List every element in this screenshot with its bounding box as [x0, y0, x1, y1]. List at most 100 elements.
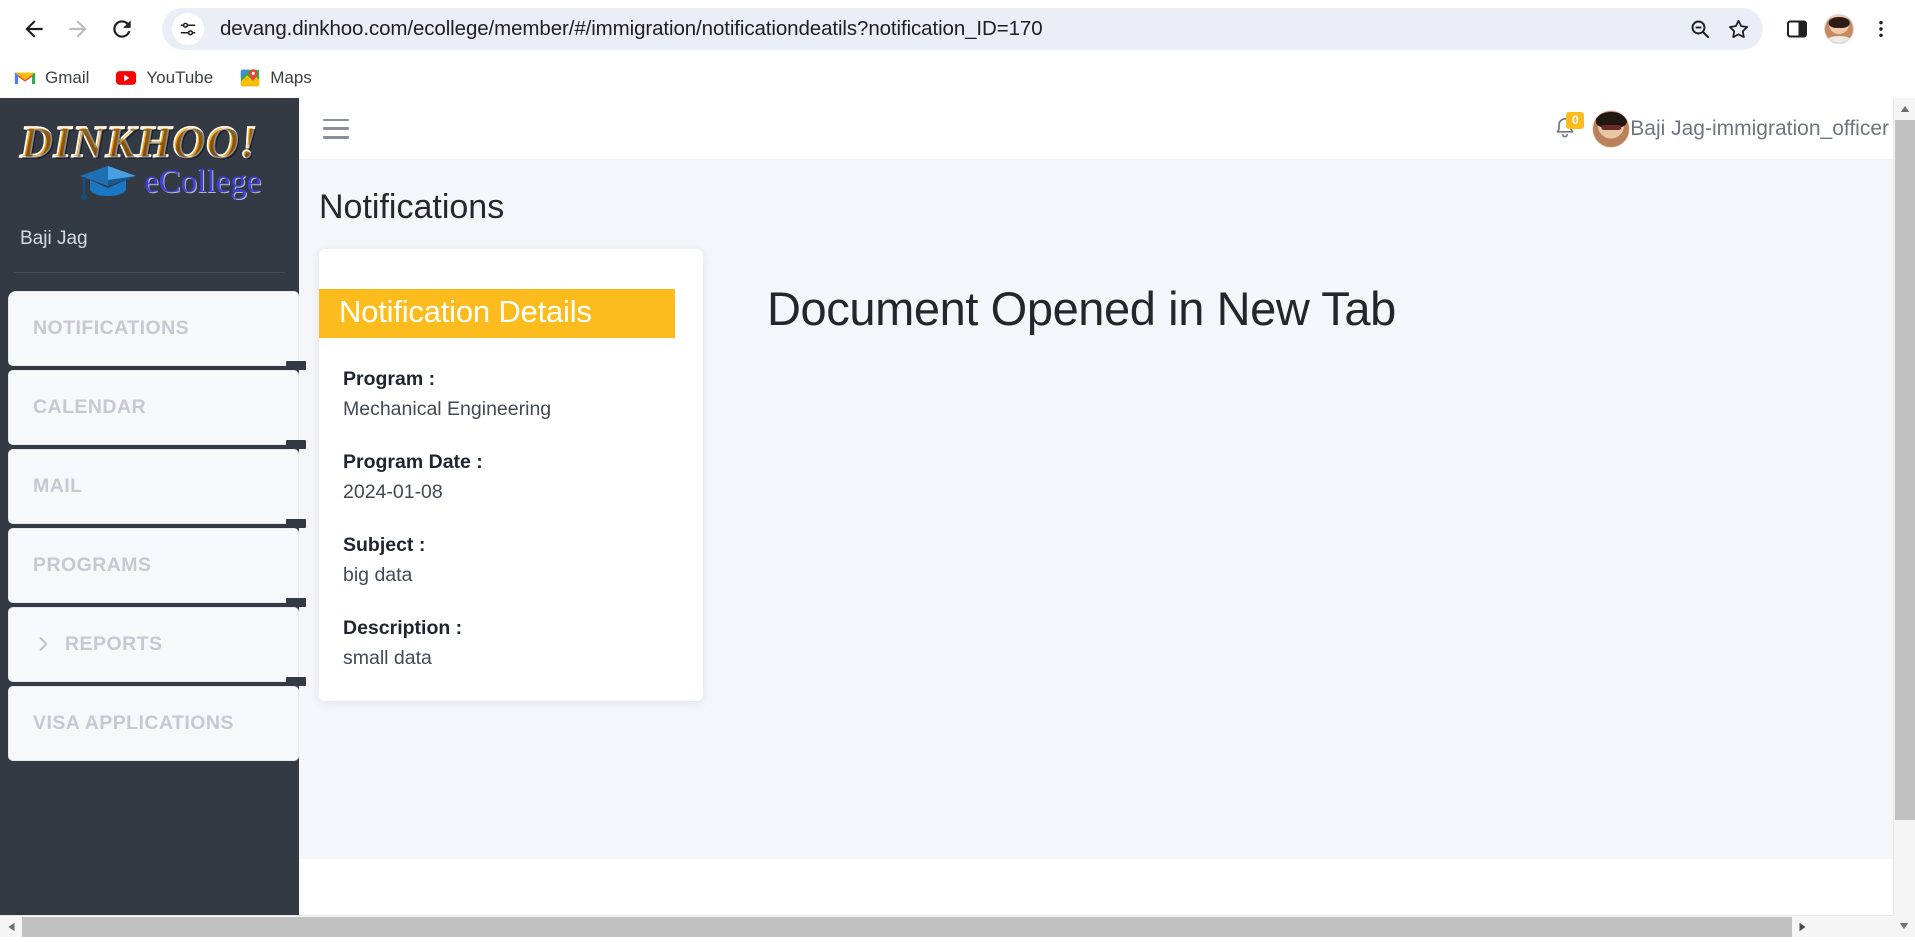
- profile-avatar: [1824, 14, 1854, 44]
- bookmark-label: YouTube: [146, 68, 213, 88]
- three-dot-menu-icon: [1870, 18, 1892, 40]
- sidebar-item-tick: [286, 677, 306, 686]
- field-value: Mechanical Engineering: [343, 398, 679, 421]
- topbar-right-group: 0 Baji Jag-immigration_officer: [1552, 110, 1889, 148]
- app-logo[interactable]: DINKHOO! eCollege: [0, 98, 299, 204]
- logo-subrow: eCollege: [20, 162, 279, 204]
- triangle-right-icon: [1797, 921, 1809, 933]
- sidebar-item-programs[interactable]: PROGRAMS: [8, 528, 299, 603]
- sidebar-item-tick: [286, 361, 306, 370]
- vertical-scroll-thumb[interactable]: [1895, 120, 1915, 820]
- field-label: Program Date :: [343, 451, 679, 474]
- bookmark-label: Gmail: [45, 68, 89, 88]
- bookmark-maps[interactable]: Maps: [239, 67, 312, 89]
- sidebar-item-label: REPORTS: [65, 633, 162, 656]
- field-program: Program : Mechanical Engineering: [343, 368, 679, 421]
- vertical-scrollbar[interactable]: [1893, 98, 1915, 915]
- triangle-up-icon: [1899, 103, 1911, 115]
- chevron-right-icon: [33, 634, 53, 654]
- toolbar-right-group: [1777, 9, 1901, 49]
- app-topbar: 0 Baji Jag-immigration_officer: [299, 98, 1915, 160]
- bookmark-youtube[interactable]: YouTube: [115, 67, 213, 89]
- notification-count-badge: 0: [1566, 112, 1584, 129]
- sidebar-item-label: MAIL: [33, 475, 82, 498]
- browser-chrome: devang.dinkhoo.com/ecollege/member/#/imm…: [0, 0, 1915, 98]
- address-bar[interactable]: devang.dinkhoo.com/ecollege/member/#/imm…: [162, 8, 1763, 50]
- user-avatar: [1592, 110, 1630, 148]
- scroll-up-button[interactable]: [1894, 98, 1915, 120]
- sidebar-item-tick: [286, 519, 306, 528]
- main-content: 0 Baji Jag-immigration_officer Notificat…: [299, 98, 1915, 915]
- field-value: 2024-01-08: [343, 481, 679, 504]
- logo-ecollege-text: eCollege: [144, 166, 261, 199]
- scroll-left-button[interactable]: [0, 916, 22, 938]
- sidebar-item-notifications[interactable]: NOTIFICATIONS: [8, 291, 299, 366]
- back-button[interactable]: [14, 9, 54, 49]
- sidebar-item-mail[interactable]: MAIL: [8, 449, 299, 524]
- sidebar-item-calendar[interactable]: CALENDAR: [8, 370, 299, 445]
- horizontal-scrollbar[interactable]: [0, 915, 1915, 937]
- sidebar-divider: [14, 272, 285, 273]
- back-arrow-icon: [21, 16, 47, 42]
- user-chip[interactable]: Baji Jag-immigration_officer: [1592, 110, 1889, 148]
- document-heading: Document Opened in New Tab: [767, 281, 1915, 336]
- bookmark-label: Maps: [270, 68, 312, 88]
- forward-button[interactable]: [58, 9, 98, 49]
- sidebar-item-reports[interactable]: REPORTS: [8, 607, 299, 682]
- field-label: Subject :: [343, 534, 679, 557]
- bookmark-gmail[interactable]: Gmail: [14, 67, 89, 89]
- site-info-button[interactable]: [172, 13, 204, 45]
- chrome-profile-button[interactable]: [1819, 9, 1859, 49]
- tune-icon: [178, 19, 198, 39]
- scrollbar-corner: [1893, 915, 1915, 937]
- sidebar-user-name: Baji Jag: [0, 204, 299, 272]
- field-label: Program :: [343, 368, 679, 391]
- content-bottom-strip: [299, 859, 1915, 915]
- main-row: Notification Details Program : Mechanica…: [299, 227, 1915, 859]
- sidebar-item-label: PROGRAMS: [33, 554, 151, 577]
- gmail-icon: [14, 67, 36, 89]
- sidebar-item-label: NOTIFICATIONS: [33, 317, 189, 340]
- browser-toolbar: devang.dinkhoo.com/ecollege/member/#/imm…: [0, 0, 1915, 58]
- triangle-down-icon: [1898, 920, 1910, 932]
- bookmark-button[interactable]: [1719, 10, 1757, 48]
- sidebar-item-label: CALENDAR: [33, 396, 146, 419]
- maps-icon: [239, 67, 261, 89]
- graduation-cap-icon: [76, 162, 140, 204]
- sidebar-item-tick: [286, 598, 306, 607]
- notifications-bell-button[interactable]: 0: [1552, 115, 1578, 143]
- side-panel-icon: [1785, 17, 1809, 41]
- field-label: Description :: [343, 617, 679, 640]
- sidebar-item-label: VISA APPLICATIONS: [33, 712, 234, 735]
- sidebar-item-tick: [286, 440, 306, 449]
- user-name-label: Baji Jag-immigration_officer: [1630, 117, 1889, 141]
- field-program-date: Program Date : 2024-01-08: [343, 451, 679, 504]
- field-value: small data: [343, 647, 679, 670]
- sidebar-menu: NOTIFICATIONS CALENDAR MAIL PROGRAMS: [0, 291, 299, 765]
- app-viewport: DINKHOO! eCollege Baji Jag: [0, 98, 1915, 915]
- field-subject: Subject : big data: [343, 534, 679, 587]
- card-fields: Program : Mechanical Engineering Program…: [319, 368, 703, 670]
- url-text[interactable]: devang.dinkhoo.com/ecollege/member/#/imm…: [220, 17, 1681, 41]
- logo-dinkhoo-text: DINKHOO!: [20, 120, 279, 166]
- hamburger-icon[interactable]: [323, 119, 349, 139]
- field-description: Description : small data: [343, 617, 679, 670]
- youtube-icon: [115, 67, 137, 89]
- document-pane: Document Opened in New Tab: [703, 249, 1915, 859]
- notification-details-card: Notification Details Program : Mechanica…: [319, 249, 703, 701]
- card-banner-title: Notification Details: [319, 289, 675, 338]
- reload-icon: [109, 16, 135, 42]
- zoom-out-icon: [1688, 17, 1712, 41]
- side-panel-button[interactable]: [1777, 9, 1817, 49]
- scroll-right-button[interactable]: [1792, 916, 1814, 938]
- sidebar: DINKHOO! eCollege Baji Jag: [0, 98, 299, 915]
- star-icon: [1726, 17, 1751, 42]
- chrome-menu-button[interactable]: [1861, 9, 1901, 49]
- field-value: big data: [343, 564, 679, 587]
- sidebar-item-visa-applications[interactable]: VISA APPLICATIONS: [8, 686, 299, 761]
- triangle-left-icon: [5, 921, 17, 933]
- reload-button[interactable]: [102, 9, 142, 49]
- forward-arrow-icon: [65, 16, 91, 42]
- horizontal-scroll-thumb[interactable]: [22, 917, 1792, 937]
- zoom-out-button[interactable]: [1681, 10, 1719, 48]
